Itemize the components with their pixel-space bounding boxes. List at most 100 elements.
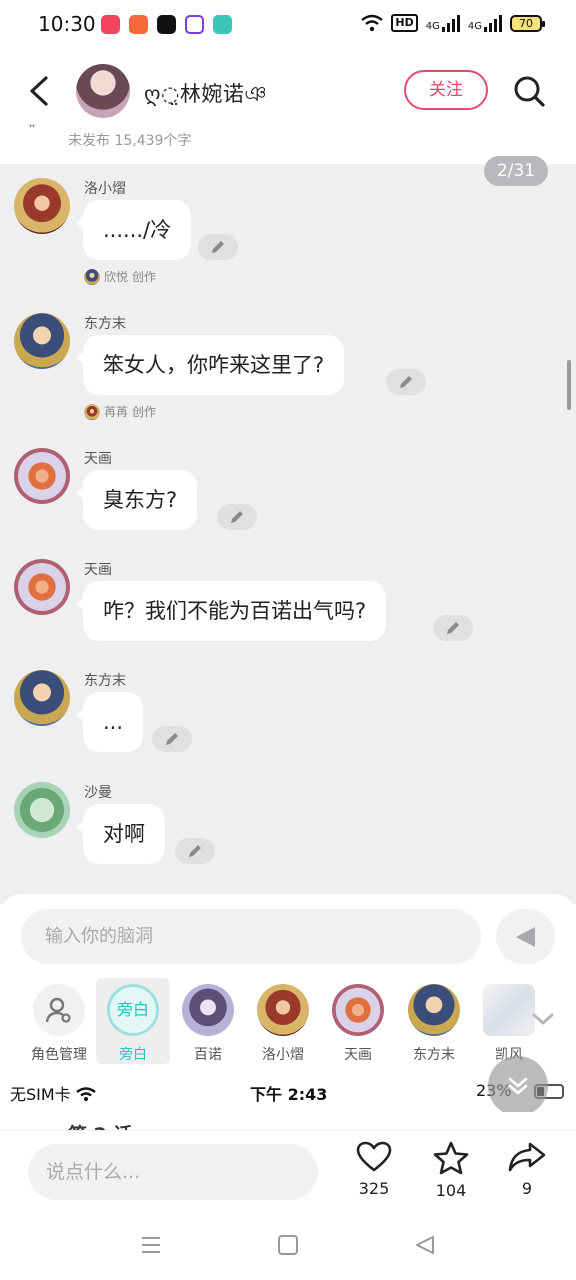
role-character[interactable]: 洛小熠 bbox=[246, 978, 320, 1064]
role-character[interactable]: 东方末 bbox=[397, 978, 471, 1064]
search-icon[interactable] bbox=[512, 74, 546, 108]
narrator-avatar: 旁白 bbox=[107, 984, 159, 1036]
share-count: 9 bbox=[521, 1179, 533, 1198]
share-arrow-icon bbox=[508, 1142, 546, 1172]
favorite-button[interactable]: 104 bbox=[421, 1141, 481, 1200]
user-settings-icon bbox=[46, 997, 71, 1023]
creator-avatar bbox=[84, 268, 100, 285]
pencil-icon bbox=[231, 511, 243, 523]
character-avatar bbox=[182, 984, 234, 1036]
chat-area[interactable]: 洛小熠 ....../冷 欣悦 创作 东方末 笨女人，你咋来这里了? 苒苒 创作… bbox=[0, 164, 576, 904]
role-character[interactable]: 百诺 bbox=[171, 978, 245, 1064]
tiktok-app-icon bbox=[157, 15, 176, 34]
hd-badge: HD bbox=[391, 14, 418, 32]
edit-message-button[interactable] bbox=[386, 369, 426, 395]
home-icon[interactable] bbox=[277, 1234, 299, 1256]
signal-bars-icon bbox=[441, 14, 460, 32]
bottom-action-bar: 说点什么... 325 104 9 bbox=[0, 1130, 576, 1220]
net-type-2: 4G bbox=[467, 20, 482, 32]
back-triangle-icon[interactable] bbox=[414, 1234, 436, 1256]
edit-message-button[interactable] bbox=[433, 615, 473, 641]
author-avatar[interactable] bbox=[76, 64, 130, 118]
character-avatar[interactable] bbox=[14, 782, 70, 838]
edit-message-button[interactable] bbox=[198, 234, 238, 260]
message-input[interactable]: 输入你的脑洞 bbox=[21, 909, 481, 964]
edit-message-button[interactable] bbox=[217, 504, 257, 530]
message-bubble[interactable]: 对啊 bbox=[76, 804, 165, 864]
message-bubble[interactable]: 笨女人，你咋来这里了? bbox=[75, 335, 345, 395]
menu-icon[interactable] bbox=[140, 1234, 162, 1256]
next-chapter-peek: 第 2 话 bbox=[0, 1112, 576, 1132]
system-navigation-bar bbox=[0, 1220, 576, 1280]
role-label: 百诺 bbox=[194, 1047, 222, 1063]
heart-icon bbox=[356, 1141, 392, 1172]
role-manage-button[interactable]: 角色管理 bbox=[22, 978, 96, 1064]
pencil-icon bbox=[189, 845, 201, 857]
role-label: 天画 bbox=[344, 1047, 372, 1063]
author-nickname[interactable]: ღ◌̤林婉诺ঞ bbox=[144, 78, 267, 113]
floating-collapse-button[interactable] bbox=[488, 1056, 548, 1116]
signal-2: 4G bbox=[467, 14, 502, 32]
double-chevron-down-icon bbox=[508, 1077, 528, 1095]
creator-credit: 欣悦 创作 bbox=[84, 268, 156, 285]
role-label: 旁白 bbox=[119, 1047, 147, 1063]
creator-credit: 苒苒 创作 bbox=[84, 403, 156, 420]
edit-message-button[interactable] bbox=[152, 726, 192, 752]
back-arrow-icon[interactable] bbox=[24, 72, 58, 110]
role-label: 洛小熠 bbox=[262, 1047, 304, 1063]
carrier-label: 无SIM卡 bbox=[10, 1085, 71, 1104]
creator-avatar bbox=[84, 403, 100, 420]
wifi-icon bbox=[76, 1087, 96, 1101]
pencil-icon bbox=[212, 241, 224, 253]
wifi-icon bbox=[361, 14, 384, 32]
character-avatar[interactable] bbox=[14, 178, 70, 234]
composer-panel: 输入你的脑洞 角色管理 旁白 旁白 百诺 洛小熠 天画 东方末 凯风 bbox=[0, 894, 576, 1070]
role-label: 角色管理 bbox=[31, 1047, 87, 1063]
creator-name: 苒苒 bbox=[104, 405, 129, 419]
scrollbar-thumb[interactable] bbox=[567, 360, 571, 410]
unpublished-count: 未发布 15,439个字 bbox=[68, 133, 192, 149]
character-avatar bbox=[408, 984, 460, 1036]
creator-label: 创作 bbox=[132, 405, 157, 419]
page-indicator: 2/31 bbox=[484, 156, 548, 186]
creator-label: 创作 bbox=[132, 270, 157, 284]
character-name: 天画 bbox=[84, 562, 112, 578]
chevron-down-icon[interactable] bbox=[530, 1010, 556, 1028]
character-avatar bbox=[483, 984, 535, 1036]
top-navbar: ღ◌̤林婉诺ঞ 关注 bbox=[0, 52, 576, 130]
message-bubble[interactable]: 咋？我们不能为百诺出气吗? bbox=[75, 581, 387, 641]
character-avatar[interactable] bbox=[14, 559, 70, 615]
character-avatar bbox=[332, 984, 384, 1036]
favorite-count: 104 bbox=[435, 1181, 467, 1200]
music-app-icon bbox=[129, 15, 148, 34]
pencil-icon bbox=[400, 376, 412, 388]
app-notification-icon bbox=[101, 15, 120, 34]
edit-message-button[interactable] bbox=[175, 838, 215, 864]
role-narrator[interactable]: 旁白 旁白 bbox=[96, 978, 170, 1064]
message-bubble[interactable]: ....../冷 bbox=[75, 200, 192, 260]
follow-button[interactable]: 关注 bbox=[404, 70, 488, 110]
character-name: 洛小熠 bbox=[84, 181, 126, 197]
role-character[interactable]: 天画 bbox=[321, 978, 395, 1064]
character-avatar[interactable] bbox=[14, 313, 70, 369]
like-count: 325 bbox=[358, 1179, 390, 1198]
character-avatar bbox=[257, 984, 309, 1036]
like-button[interactable]: 325 bbox=[344, 1141, 404, 1198]
message-bubble[interactable]: ... bbox=[75, 692, 144, 752]
comment-input[interactable]: 说点什么... bbox=[28, 1144, 318, 1200]
chat-app-icon bbox=[213, 15, 232, 34]
share-button[interactable]: 9 bbox=[497, 1141, 557, 1198]
star-icon bbox=[433, 1141, 469, 1175]
status-time: 10:30 bbox=[38, 12, 96, 36]
send-button[interactable] bbox=[496, 909, 555, 964]
video-app-icon bbox=[185, 15, 204, 34]
role-manage-avatar bbox=[33, 984, 85, 1036]
character-avatar[interactable] bbox=[14, 670, 70, 726]
message-bubble[interactable]: 臭东方? bbox=[75, 470, 198, 530]
status-bar: 10:30 HD 4G 4G 70 bbox=[0, 0, 576, 52]
role-label: 东方末 bbox=[413, 1047, 455, 1063]
character-name: 沙曼 bbox=[84, 785, 112, 801]
pencil-icon bbox=[447, 622, 459, 634]
signal-1: 4G bbox=[426, 14, 460, 32]
character-avatar[interactable] bbox=[14, 448, 70, 504]
